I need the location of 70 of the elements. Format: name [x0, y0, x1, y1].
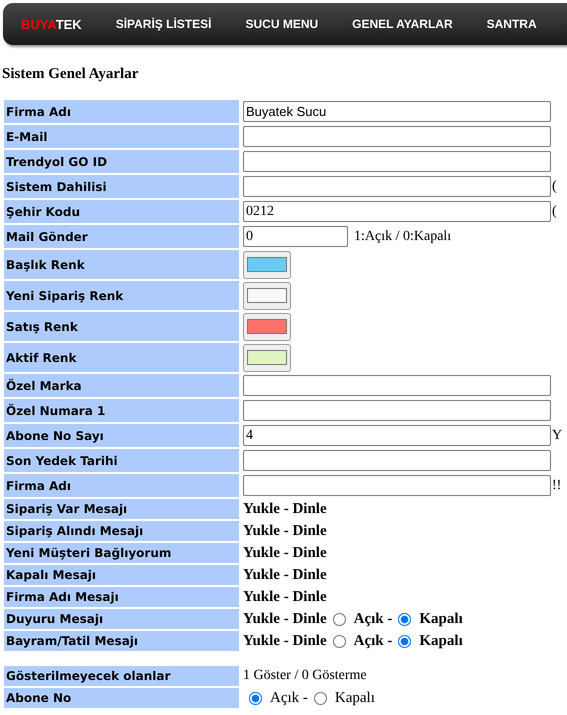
field-label: Gösterilmeyecek olanlar	[4, 666, 239, 686]
field-label: Mail Gönder	[4, 225, 239, 248]
radio-button[interactable]	[314, 692, 327, 704]
input-field[interactable]	[243, 475, 551, 496]
input-field[interactable]	[243, 400, 551, 421]
field-label: Bayram/Tatil Mesajı	[4, 631, 239, 651]
nav-item[interactable]: GENEL AYARLAR	[352, 17, 453, 31]
field-hint: (	[552, 204, 557, 220]
input-field[interactable]	[243, 176, 551, 197]
page-title: Sistem Genel Ayarlar	[2, 66, 140, 83]
input-field[interactable]: 0	[243, 226, 348, 247]
field-label: Firma Adı Mesajı	[4, 587, 239, 607]
radio-button[interactable]	[398, 634, 412, 648]
logo[interactable]: BUYATEK	[21, 16, 82, 32]
input-field[interactable]	[243, 126, 551, 147]
field-label: Sistem Dahilisi	[4, 175, 239, 198]
nav-item[interactable]: SANTRA	[486, 17, 537, 31]
field-label: Firma Adı	[4, 100, 239, 123]
field-label: Firma Adı	[4, 474, 239, 497]
field-hint: Y	[552, 428, 562, 444]
input-field[interactable]: Buyatek Sucu	[243, 101, 551, 122]
nav-item[interactable]: SUCU MENU	[245, 17, 318, 31]
field-hint: 1:Açık / 0:Kapalı	[354, 228, 452, 244]
upload-listen-link[interactable]: Yukle - Dinle	[243, 610, 327, 628]
field-label: Sipariş Alındı Mesajı	[4, 521, 239, 541]
field-label: Yeni Müşteri Bağlıyorum	[4, 543, 239, 563]
upload-listen-link[interactable]: Yukle - Dinle	[243, 632, 327, 650]
color-picker[interactable]	[243, 282, 291, 310]
input-field[interactable]: 0212	[243, 201, 551, 222]
field-label: Özel Numara 1	[4, 399, 239, 422]
field-label: Yeni Sipariş Renk	[4, 281, 239, 310]
field-hint: !!	[552, 478, 562, 494]
input-field[interactable]	[243, 375, 551, 396]
field-label: Sipariş Var Mesajı	[4, 499, 239, 519]
radio-button[interactable]	[332, 612, 346, 626]
radio-label: Kapalı	[419, 610, 463, 628]
radio-label: Açık -	[354, 632, 392, 650]
upload-listen-link[interactable]: Yukle - Dinle	[243, 500, 327, 518]
radio-button[interactable]	[249, 692, 262, 704]
field-label: Aktif Renk	[4, 343, 239, 372]
field-label: Satış Renk	[4, 312, 239, 341]
field-hint: 1 Göster / 0 Gösterme	[243, 668, 367, 684]
nav-item[interactable]: SİPARİŞ LİSTESİ	[116, 17, 212, 31]
field-label: E-Mail	[4, 125, 239, 148]
input-field[interactable]: 4	[243, 425, 551, 446]
field-label: Başlık Renk	[4, 250, 239, 279]
field-label: Son Yedek Tarihi	[4, 449, 239, 472]
field-label: Duyuru Mesajı	[4, 609, 239, 629]
upload-listen-link[interactable]: Yukle - Dinle	[243, 566, 327, 584]
radio-button[interactable]	[398, 612, 412, 626]
field-label: Abone No Sayı	[4, 424, 239, 447]
upload-listen-link[interactable]: Yukle - Dinle	[243, 588, 327, 606]
radio-button[interactable]	[332, 634, 346, 648]
radio-label: Açık -	[270, 690, 308, 706]
field-hint: (	[552, 178, 557, 194]
color-picker[interactable]	[243, 312, 291, 340]
field-label: Abone No	[4, 688, 239, 708]
radio-label: Açık -	[354, 610, 392, 628]
input-field[interactable]	[243, 151, 551, 172]
radio-label: Kapalı	[419, 632, 463, 650]
field-label: Özel Marka	[4, 374, 239, 397]
color-picker[interactable]	[243, 250, 291, 278]
field-label: Şehir Kodu	[4, 200, 239, 223]
field-label: Trendyol GO ID	[4, 150, 239, 173]
radio-label: Kapalı	[334, 690, 375, 706]
upload-listen-link[interactable]: Yukle - Dinle	[243, 544, 327, 562]
input-field[interactable]	[243, 450, 551, 471]
upload-listen-link[interactable]: Yukle - Dinle	[243, 522, 327, 540]
color-picker[interactable]	[243, 344, 291, 372]
field-label: Kapalı Mesajı	[4, 565, 239, 585]
